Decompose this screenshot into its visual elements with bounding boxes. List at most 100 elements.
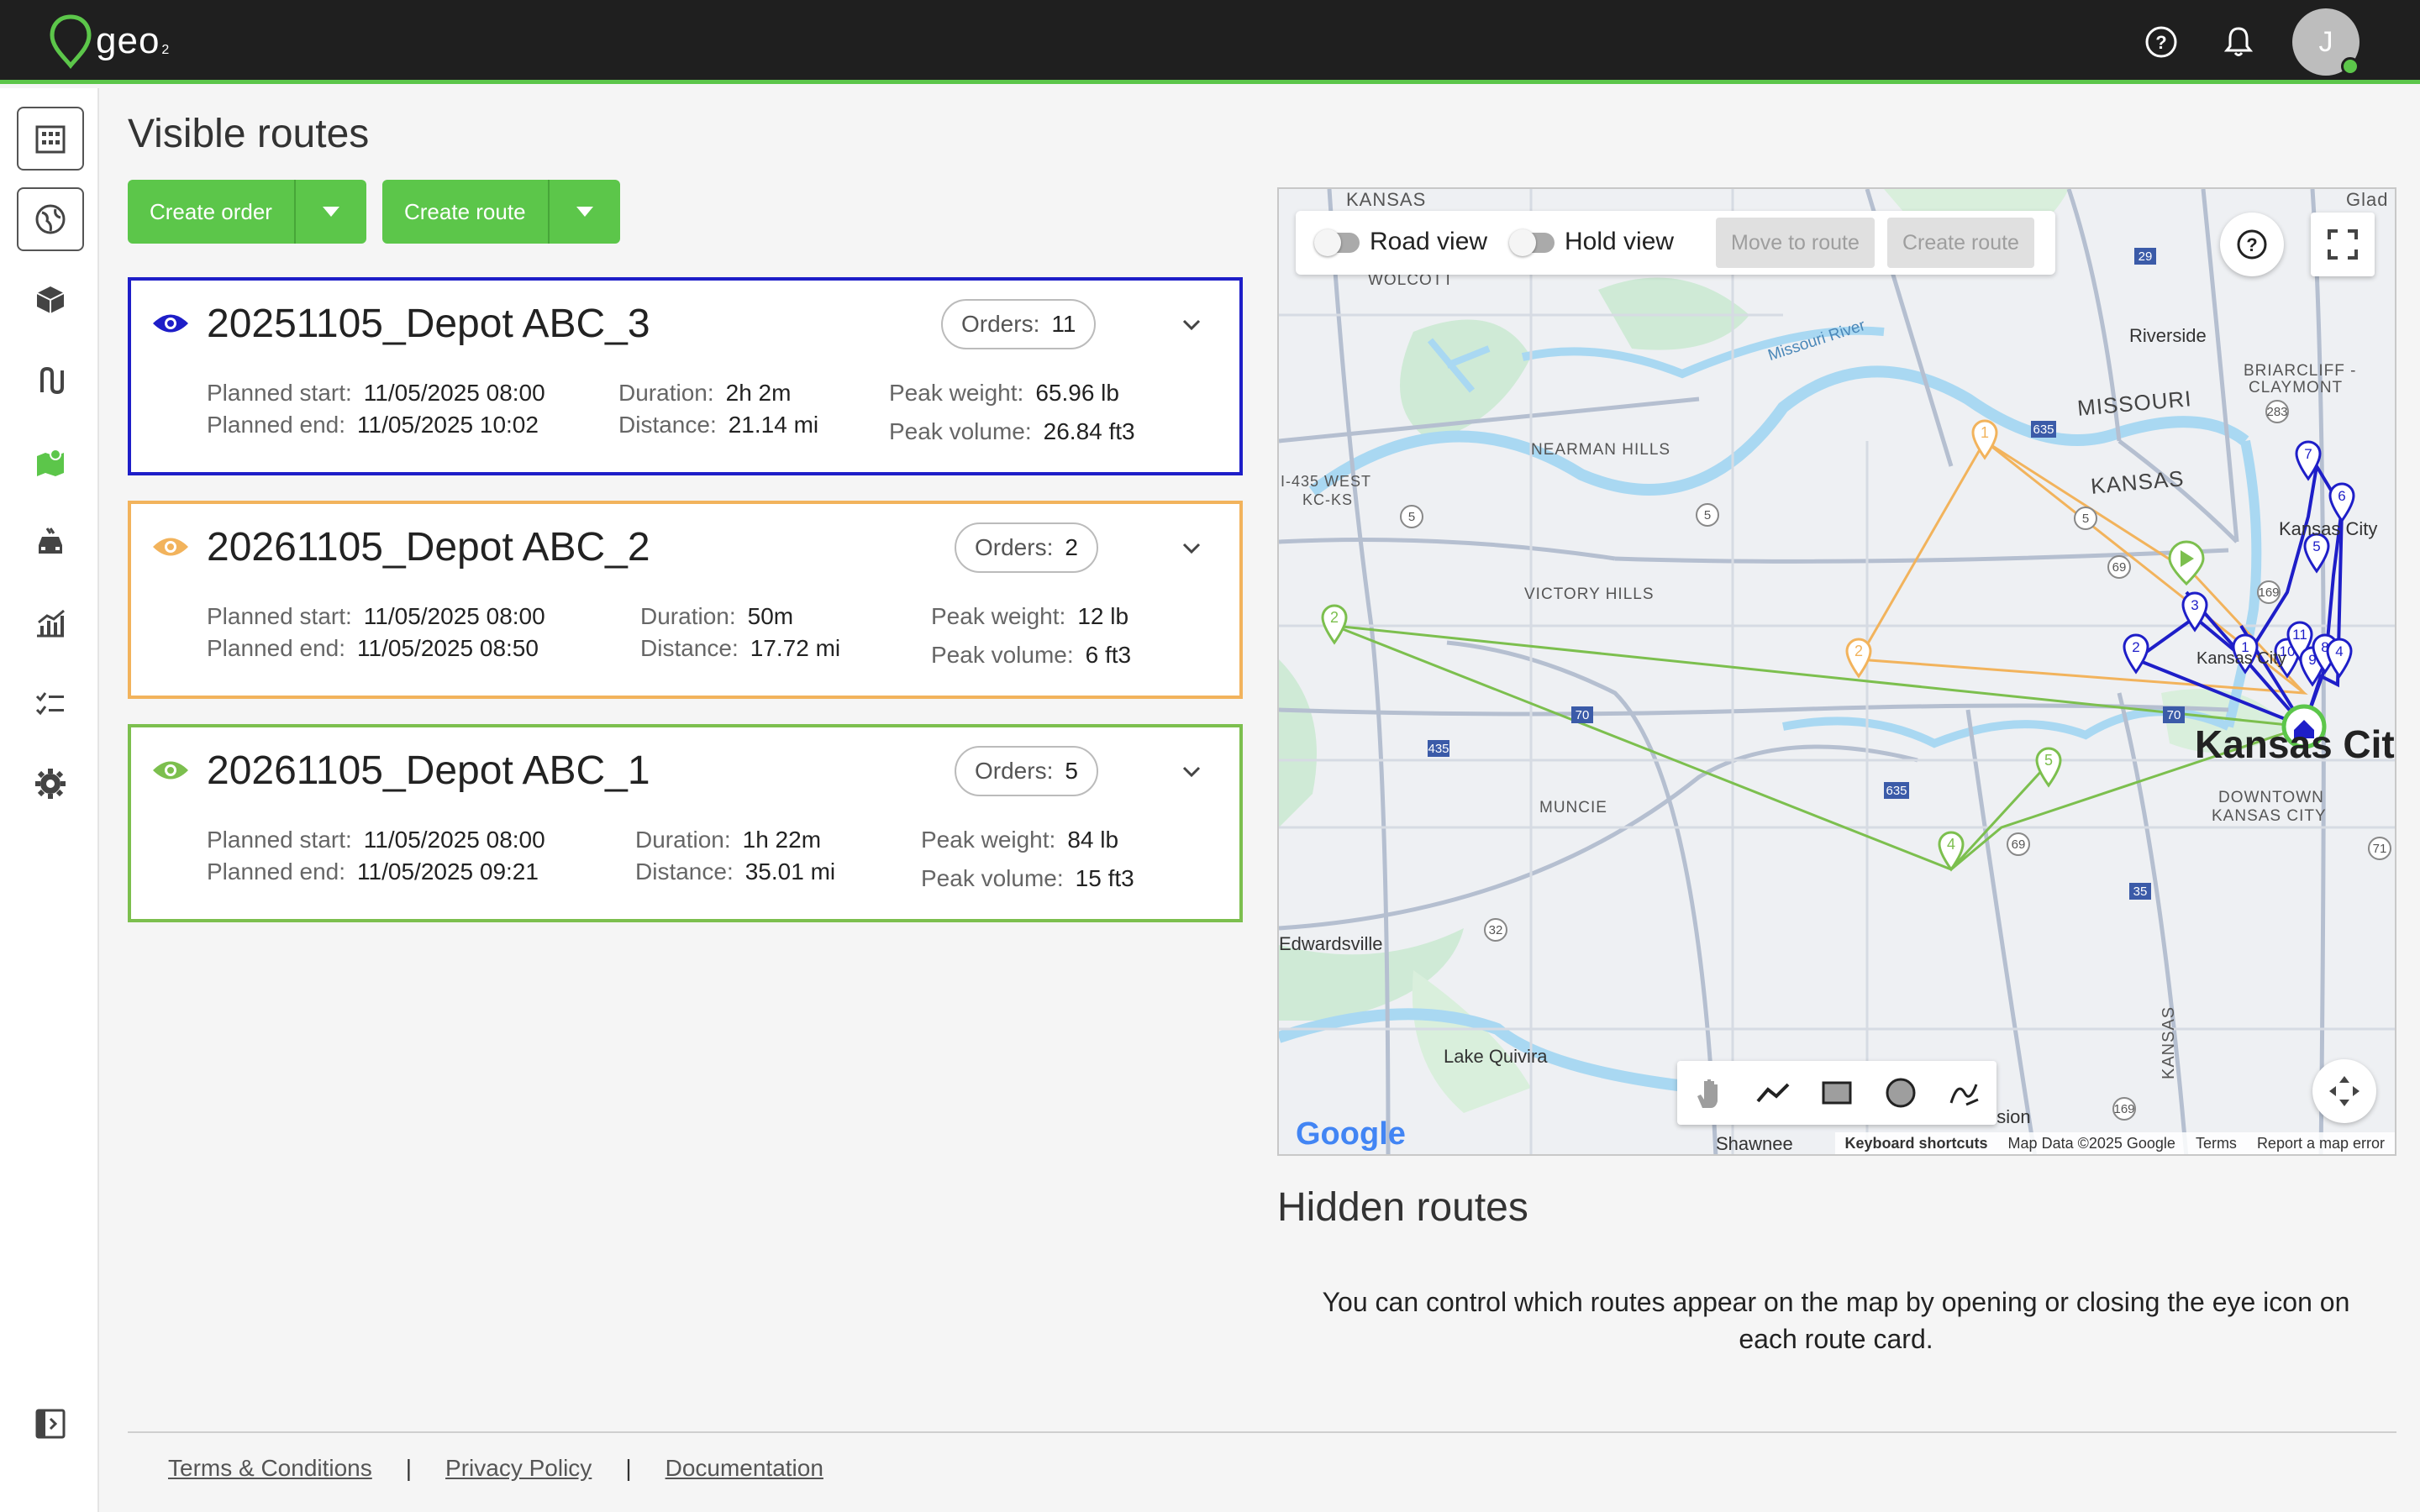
eye-icon[interactable] (151, 758, 190, 783)
footer-separator: | (625, 1455, 632, 1481)
duration: Duration: 50m (640, 603, 794, 629)
planned-end: Planned end: 11/05/2025 09:21 (207, 858, 539, 885)
sidebar-collapse-button[interactable] (17, 1392, 84, 1456)
orders-label: Orders: (975, 534, 1054, 560)
sidebar-item-company[interactable] (17, 107, 84, 171)
sidebar-item-settings[interactable] (17, 752, 84, 816)
chevron-down-icon[interactable] (1179, 536, 1204, 561)
svg-text:5: 5 (1408, 510, 1415, 524)
orders-label: Orders: (961, 311, 1040, 337)
sidebar-item-tasks[interactable] (17, 671, 84, 735)
sidebar-item-map[interactable] (17, 429, 84, 493)
app-logo[interactable]: geo 2 (49, 12, 169, 71)
map-label-kansas-city-big: Kansas City (2195, 722, 2396, 766)
circle-icon[interactable] (1882, 1074, 1919, 1111)
map-create-route-button[interactable]: Create route (1887, 218, 2034, 268)
keyboard-shortcuts-link[interactable]: Keyboard shortcuts (1845, 1135, 1988, 1152)
bell-icon[interactable] (2220, 24, 2257, 60)
caret-down-icon (576, 207, 593, 217)
route-card[interactable]: 20261105_Depot ABC_1 Orders: 5 Planned st… (128, 724, 1243, 922)
move-to-route-button[interactable]: Move to route (1716, 218, 1875, 268)
sidebar (0, 88, 99, 1512)
eye-icon[interactable] (151, 534, 190, 559)
documentation-link[interactable]: Documentation (666, 1455, 823, 1482)
road-view-label: Road view (1370, 228, 1488, 255)
online-status-dot (2341, 57, 2360, 76)
create-route-dropdown-button[interactable] (550, 180, 620, 244)
collapse-sidebar-icon (35, 1409, 66, 1439)
svg-text:5: 5 (2082, 512, 2089, 526)
caret-down-icon (322, 207, 339, 217)
hold-view-toggle[interactable] (1509, 229, 1555, 256)
recenter-button[interactable] (2312, 1059, 2376, 1123)
privacy-policy-link[interactable]: Privacy Policy (445, 1455, 592, 1482)
orders-count: 5 (1065, 758, 1078, 784)
map-label-lake-quivira: Lake Quivira (1444, 1046, 1548, 1067)
map-label-downtown: DOWNTOWN (2218, 789, 2324, 806)
map-label-downtown-kc: KANSAS CITY (2212, 807, 2327, 825)
svg-text:11: 11 (2292, 627, 2307, 643)
svg-text:69: 69 (2112, 560, 2127, 575)
help-icon[interactable]: ? (2143, 24, 2180, 60)
map-toolbar: Road view Hold view Move to route Create… (1296, 211, 2055, 275)
footer-links: Terms & Conditions | Privacy Policy | Do… (168, 1455, 823, 1482)
sidebar-item-globe[interactable] (17, 187, 84, 251)
chevron-down-icon[interactable] (1179, 312, 1204, 338)
svg-text:2: 2 (1330, 609, 1339, 626)
map-label-kansas-top: KANSAS (1346, 189, 1427, 210)
map-label-kansas-city-mo: Kansas City (2279, 518, 2378, 539)
map-label-edwardsville: Edwardsville (1279, 933, 1383, 954)
svg-text:5: 5 (2044, 752, 2053, 769)
sidebar-item-orders[interactable] (17, 268, 84, 332)
route-map[interactable]: 1 2 2 5 4 231 7 6 5 10 11 9 8 4 5 5 5 32… (1277, 187, 2396, 1156)
svg-text:169: 169 (2113, 1102, 2134, 1116)
terms-conditions-link[interactable]: Terms & Conditions (168, 1455, 372, 1482)
terms-link[interactable]: Terms (2196, 1135, 2237, 1152)
gear-icon (35, 769, 66, 799)
route-card[interactable]: 20251105_Depot ABC_3 Orders: 11 Planned s… (128, 277, 1243, 475)
route-card[interactable]: 20261105_Depot ABC_2 Orders: 2 Planned st… (128, 501, 1243, 699)
route-name: 20261105_Depot ABC_1 (207, 748, 650, 793)
sidebar-item-routes[interactable] (17, 349, 84, 412)
fullscreen-button[interactable] (2311, 213, 2375, 276)
orders-count-pill: Orders: 5 (955, 746, 1098, 796)
freehand-icon[interactable] (1946, 1074, 1983, 1111)
svg-text:9: 9 (2308, 652, 2316, 668)
logo-sub: 2 (161, 43, 170, 57)
svg-text:1: 1 (1981, 424, 1989, 441)
svg-text:7: 7 (2304, 446, 2312, 462)
peak-volume: Peak volume: 26.84 ft3 (889, 418, 1135, 444)
svg-text:3: 3 (2191, 597, 2198, 613)
orders-label: Orders: (975, 758, 1054, 784)
svg-text:32: 32 (1489, 923, 1503, 937)
hand-pan-icon[interactable] (1691, 1074, 1728, 1111)
chevron-down-icon[interactable] (1179, 759, 1204, 785)
peak-weight: Peak weight: 12 lb (931, 603, 1129, 629)
rectangle-icon[interactable] (1818, 1074, 1855, 1111)
peak-weight: Peak weight: 84 lb (921, 827, 1119, 853)
report-error-link[interactable]: Report a map error (2257, 1135, 2385, 1152)
svg-text:435: 435 (1428, 742, 1449, 756)
road-view-toggle[interactable] (1314, 229, 1360, 256)
create-order-dropdown-button[interactable] (296, 180, 366, 244)
svg-text:5: 5 (1704, 508, 1711, 522)
map-data-credit: Map Data ©2025 Google (2007, 1134, 2175, 1152)
map-label-shawnee: Shawnee (1716, 1133, 1793, 1154)
google-logo: Google (1296, 1116, 1406, 1152)
svg-text:635: 635 (2033, 423, 2054, 437)
svg-text:6: 6 (2338, 488, 2345, 504)
map-help-button[interactable]: ? (2220, 213, 2284, 276)
orders-count: 2 (1065, 534, 1078, 560)
logo-text: geo (96, 20, 160, 61)
polyline-icon[interactable] (1754, 1074, 1791, 1111)
svg-text:635: 635 (1886, 784, 1907, 798)
create-order-split-button: Create order (128, 180, 366, 244)
sidebar-item-vehicles[interactable] (17, 510, 84, 574)
help-icon: ? (2237, 229, 2267, 260)
create-route-button[interactable]: Create route (382, 180, 550, 244)
create-order-button[interactable]: Create order (128, 180, 296, 244)
sidebar-item-analytics[interactable] (17, 591, 84, 654)
footer-divider (128, 1431, 2396, 1433)
eye-icon[interactable] (151, 311, 190, 336)
svg-text:5: 5 (2312, 538, 2320, 554)
